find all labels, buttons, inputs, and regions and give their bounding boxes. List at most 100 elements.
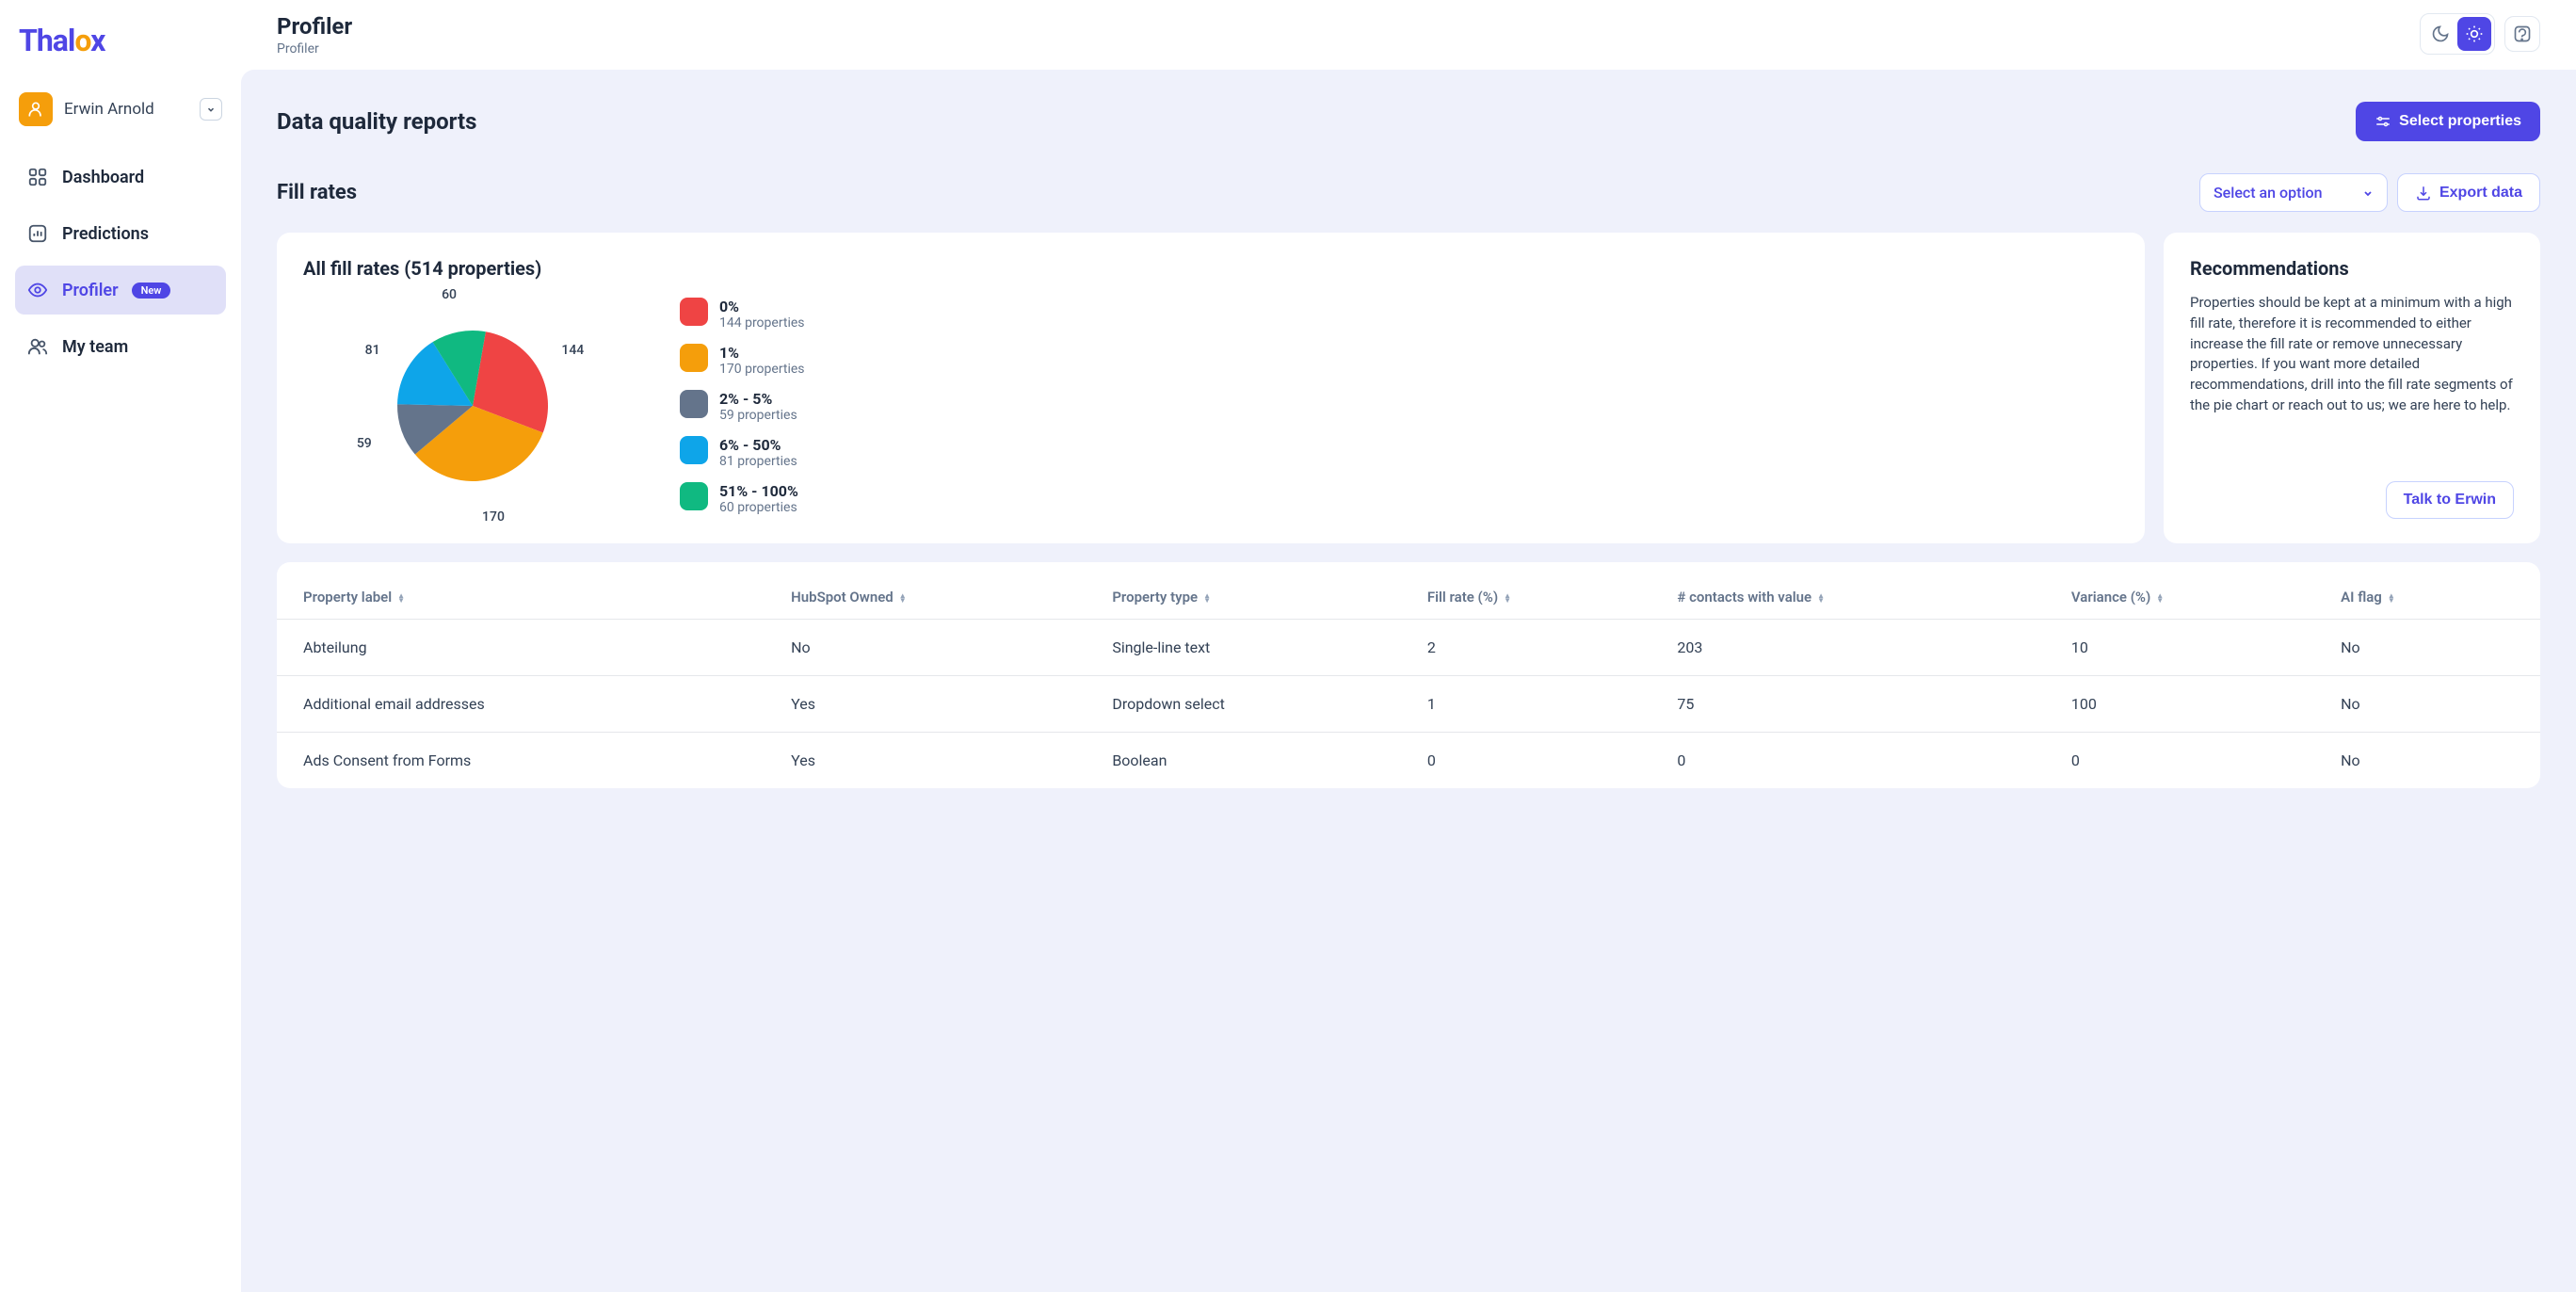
table-cell: 2 — [1414, 620, 1665, 676]
table-cell: No — [2327, 620, 2540, 676]
sidebar: Thalox Erwin Arnold Dashboard Pre — [0, 0, 241, 1292]
logo[interactable]: Thalox — [15, 23, 226, 58]
chevron-down-icon — [2362, 187, 2374, 199]
new-badge: New — [132, 283, 171, 299]
sidebar-item-predictions[interactable]: Predictions — [15, 209, 226, 258]
sun-icon — [2465, 24, 2484, 43]
option-select[interactable]: Select an option — [2199, 173, 2388, 212]
legend-sublabel: 59 properties — [719, 408, 797, 423]
table-row[interactable]: Additional email addressesYesDropdown se… — [277, 676, 2540, 733]
legend-label: 6% - 50% — [719, 436, 797, 454]
table-cell: 203 — [1664, 620, 2057, 676]
table-cell: Dropdown select — [1099, 676, 1414, 733]
legend-sublabel: 60 properties — [719, 500, 798, 515]
help-button[interactable] — [2504, 16, 2540, 52]
logo-accent: o — [74, 23, 90, 58]
table-cell: Ads Consent from Forms — [277, 733, 778, 789]
table-cell: 10 — [2058, 620, 2327, 676]
table-header[interactable]: Property label▲▼ — [277, 579, 778, 620]
table-cell: Additional email addresses — [277, 676, 778, 733]
properties-table-card: Property label▲▼HubSpot Owned▲▼Property … — [277, 562, 2540, 788]
logo-text-suffix: x — [90, 23, 105, 58]
dark-mode-button[interactable] — [2423, 17, 2457, 51]
legend-item[interactable]: 51% - 100% 60 properties — [680, 482, 805, 515]
fill-rates-chart-card: All fill rates (514 properties) 14417059… — [277, 233, 2145, 543]
table-cell: 0 — [1664, 733, 2057, 789]
nav: Dashboard Predictions Profiler New My t — [15, 153, 226, 371]
eye-icon — [26, 279, 49, 301]
avatar — [19, 92, 53, 126]
user-menu[interactable]: Erwin Arnold — [15, 92, 226, 126]
user-icon — [26, 100, 45, 119]
table-cell: 100 — [2058, 676, 2327, 733]
section-title: Data quality reports — [277, 108, 476, 135]
moon-icon — [2431, 24, 2450, 43]
pie-slice-label: 59 — [357, 436, 372, 451]
table-header[interactable]: AI flag▲▼ — [2327, 579, 2540, 620]
table-header[interactable]: Fill rate (%)▲▼ — [1414, 579, 1665, 620]
legend-item[interactable]: 0% 144 properties — [680, 298, 805, 331]
legend-item[interactable]: 2% - 5% 59 properties — [680, 390, 805, 423]
sort-icon: ▲▼ — [1817, 593, 1825, 603]
legend-sublabel: 81 properties — [719, 454, 797, 469]
table-cell: Yes — [778, 676, 1099, 733]
color-swatch — [680, 298, 708, 326]
properties-table: Property label▲▼HubSpot Owned▲▼Property … — [277, 579, 2540, 788]
talk-to-erwin-button[interactable]: Talk to Erwin — [2386, 481, 2514, 519]
help-icon — [2513, 24, 2532, 43]
chart-legend: 0% 144 properties 1% 170 properties 2% -… — [680, 298, 805, 515]
sidebar-item-label: Profiler — [62, 281, 119, 300]
color-swatch — [680, 344, 708, 372]
team-icon — [26, 335, 49, 358]
legend-item[interactable]: 6% - 50% 81 properties — [680, 436, 805, 469]
table-header[interactable]: Variance (%)▲▼ — [2058, 579, 2327, 620]
color-swatch — [680, 482, 708, 510]
legend-sublabel: 170 properties — [719, 362, 805, 377]
table-row[interactable]: Ads Consent from FormsYesBoolean000No — [277, 733, 2540, 789]
pie-slice-label: 60 — [442, 287, 457, 302]
chart-icon — [26, 222, 49, 245]
pie-slice-label: 81 — [365, 343, 380, 358]
table-cell: 75 — [1664, 676, 2057, 733]
pie-slice-label: 170 — [482, 509, 505, 525]
table-row[interactable]: AbteilungNoSingle-line text220310No — [277, 620, 2540, 676]
table-cell: Boolean — [1099, 733, 1414, 789]
table-cell: 1 — [1414, 676, 1665, 733]
recommendations-card: Recommendations Properties should be kep… — [2164, 233, 2540, 543]
table-cell: No — [2327, 676, 2540, 733]
subsection-title: Fill rates — [277, 181, 357, 204]
sidebar-item-label: Dashboard — [62, 168, 144, 187]
table-header[interactable]: HubSpot Owned▲▼ — [778, 579, 1099, 620]
legend-sublabel: 144 properties — [719, 315, 805, 331]
user-dropdown-toggle[interactable] — [200, 98, 222, 121]
sort-icon: ▲▼ — [397, 593, 405, 603]
button-label: Select properties — [2399, 113, 2521, 130]
sort-icon: ▲▼ — [1504, 593, 1511, 603]
breadcrumb: Profiler — [277, 41, 352, 57]
pie-slice-label: 144 — [561, 343, 584, 358]
select-properties-button[interactable]: Select properties — [2356, 102, 2540, 141]
grid-icon — [26, 166, 49, 188]
table-header[interactable]: # contacts with value▲▼ — [1664, 579, 2057, 620]
pie-chart[interactable]: 144170598160 — [303, 293, 642, 519]
legend-label: 2% - 5% — [719, 390, 797, 408]
sidebar-item-dashboard[interactable]: Dashboard — [15, 153, 226, 202]
recommendations-text: Properties should be kept at a minimum w… — [2190, 293, 2514, 459]
button-label: Talk to Erwin — [2404, 492, 2496, 509]
legend-item[interactable]: 1% 170 properties — [680, 344, 805, 377]
sidebar-item-profiler[interactable]: Profiler New — [15, 266, 226, 315]
sort-icon: ▲▼ — [1203, 593, 1211, 603]
table-cell: Yes — [778, 733, 1099, 789]
logo-text: Thal — [19, 23, 74, 58]
sidebar-item-label: My team — [62, 337, 128, 357]
light-mode-button[interactable] — [2457, 17, 2491, 51]
export-icon — [2415, 185, 2432, 202]
table-header[interactable]: Property type▲▼ — [1099, 579, 1414, 620]
sort-icon: ▲▼ — [899, 593, 907, 603]
sort-icon: ▲▼ — [2156, 593, 2164, 603]
export-data-button[interactable]: Export data — [2397, 173, 2540, 212]
table-cell: Single-line text — [1099, 620, 1414, 676]
sliders-icon — [2375, 113, 2391, 130]
sidebar-item-label: Predictions — [62, 224, 149, 244]
sidebar-item-myteam[interactable]: My team — [15, 322, 226, 371]
